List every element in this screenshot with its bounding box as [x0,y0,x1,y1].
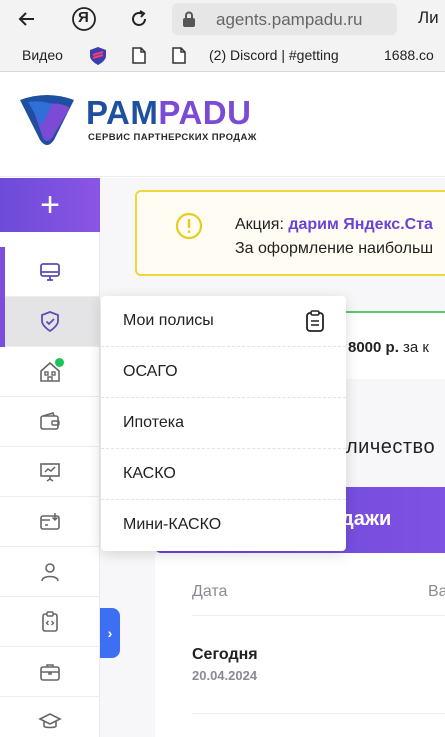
menu-item-my-policies[interactable]: Мои полисы [101,296,346,347]
brand-tagline: СЕРВИС ПАРТНЕРСКИХ ПРОДАЖ [88,132,257,143]
sales-table: Дата Ва Сегодня 20.04.2024 [155,553,445,737]
yandex-button[interactable]: Я [69,4,99,34]
sidebar-expand-button[interactable]: › [100,608,120,658]
sidebar-item-dashboard[interactable] [0,247,100,297]
presentation-icon [40,462,60,482]
browser-profile-text[interactable]: Ли [418,8,439,28]
sidebar-item-presentations[interactable] [0,447,100,497]
add-button-label: + [40,185,60,224]
back-arrow-icon[interactable] [12,4,42,34]
promo-prefix: Акция: [235,216,289,233]
wallet-icon [40,411,60,430]
clipboard-icon[interactable] [305,310,325,332]
menu-item-mini-kasko[interactable]: Мини-КАСКО [101,500,346,551]
add-button[interactable]: + [0,178,100,232]
card-download-icon [40,512,60,530]
table-row-day: Сегодня [192,646,258,663]
bookmark-discord[interactable]: (2) Discord | #getting [209,47,339,63]
table-header-date: Дата [192,583,228,600]
brand-part1: PAM [86,94,159,131]
sidebar-item-wallet[interactable] [0,397,100,447]
sidebar-item-business[interactable] [0,647,100,697]
sidebar-item-cards[interactable] [0,497,100,547]
promo-banner[interactable]: Акция: дарим Яндекс.Ста За оформление на… [135,190,445,276]
promo-highlight[interactable]: дарим Яндекс.Ста [288,216,433,233]
menu-item-kasko[interactable]: КАСКО [101,449,346,500]
menu-item-label: Мини-КАСКО [123,516,222,533]
browser-address-bar: Я agents.pampadu.ru Ли [0,0,445,38]
reload-icon[interactable] [124,4,154,34]
bonus-amount: 8000 р. [348,339,399,356]
bookmark-video[interactable]: Видео [22,47,63,63]
warning-circle-icon [175,212,203,240]
page-body: Акция: дарим Яндекс.Ста За оформление на… [0,178,445,737]
lock-icon[interactable] [182,11,196,27]
bonus-text: 8000 р. за к [348,339,429,356]
table-divider [192,615,445,616]
bonus-card: 8000 р. за к [330,311,445,379]
url-text: agents.pampadu.ru [216,10,363,29]
user-icon [41,562,59,581]
pampadu-logo-icon[interactable] [18,92,76,148]
menu-item-mortgage[interactable]: Ипотека [101,398,346,449]
bookmarks-bar: Видео (2) Discord | #getting 1688.co [0,38,445,72]
page-icon[interactable] [132,47,146,64]
shield-check-icon [41,310,59,332]
chevron-right-icon: › [107,625,113,641]
bonus-suffix: за к [398,339,429,356]
sidebar-item-profile[interactable] [0,547,100,597]
table-header-col2: Ва [428,583,445,600]
briefcase-icon [40,663,60,681]
monitor-icon [40,262,60,281]
promo-line2: За оформление наибольш [235,240,434,257]
menu-item-label: ОСАГО [123,363,178,380]
sidebar-item-education[interactable] [0,697,100,737]
notification-dot [55,358,64,367]
policies-dropdown-menu: Мои полисы ОСАГО Ипотека КАСКО Мини-КАСК… [101,296,346,551]
site-header: PAMPADU СЕРВИС ПАРТНЕРСКИХ ПРОДАЖ [0,72,445,177]
sidebar: + [0,178,100,737]
bookmark-1688[interactable]: 1688.co [384,47,434,63]
sidebar-item-policies[interactable] [0,297,100,347]
brand-name[interactable]: PAMPADU [86,94,251,132]
promo-line1: Акция: дарим Яндекс.Ста [235,216,433,234]
menu-item-osago[interactable]: ОСАГО [101,347,346,398]
menu-item-label: Ипотека [123,414,185,431]
active-indicator [0,297,5,347]
shield-logo-icon[interactable] [88,46,108,66]
brand-part2: PADU [158,94,252,131]
sidebar-item-realty[interactable] [0,347,100,397]
table-divider [192,713,445,714]
yandex-letter: Я [78,9,89,26]
clipboard-code-icon [42,610,58,632]
page-icon [172,47,186,64]
table-row-date: 20.04.2024 [192,668,258,683]
menu-item-label: Мои полисы [123,312,214,329]
active-indicator [0,247,5,297]
menu-item-label: КАСКО [123,465,176,482]
section-title: личество [346,436,436,458]
sidebar-item-api[interactable] [0,597,100,647]
sales-button-label: дажи [341,508,392,530]
url-bar[interactable]: agents.pampadu.ru [172,3,397,35]
app-root: Я agents.pampadu.ru Ли Видео (2) Discord… [0,0,445,737]
graduation-cap-icon [38,712,62,728]
